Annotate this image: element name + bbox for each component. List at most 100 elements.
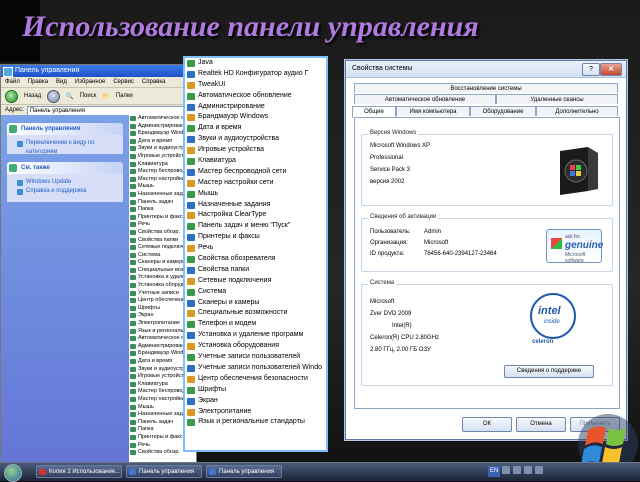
back-arrow-icon[interactable]: ‹	[5, 89, 18, 103]
see-also-title: См. также	[21, 165, 50, 171]
control-panel-list-item[interactable]: Клавиатура	[185, 156, 326, 167]
control-panel-list-item[interactable]: Шрифты	[185, 385, 326, 396]
control-panel-list-item[interactable]: Специальные возможности	[185, 308, 326, 319]
control-panel-list-item[interactable]: Свойства папки	[185, 265, 326, 276]
tab-computer-name[interactable]: Имя компьютера	[396, 106, 470, 116]
control-panel-list-item[interactable]: Установка оборудования	[185, 341, 326, 352]
control-panel-list-item[interactable]: Центр обеспечения безопасности	[185, 374, 326, 385]
system-properties-dialog: Свойства системы ? ✕ Восстановление сист…	[345, 60, 627, 440]
dialog-title: Свойства системы	[352, 65, 413, 72]
control-panel-list-item[interactable]: Речь	[185, 243, 326, 254]
genuine-main-text: genuine	[565, 240, 604, 251]
tab-row-3: Общие Имя компьютера Оборудование Дополн…	[352, 106, 620, 118]
info-icon	[9, 164, 17, 172]
control-panel-icon	[3, 67, 13, 77]
control-panel-list-item[interactable]: Мастер настройки сети	[185, 178, 326, 189]
control-panel-list-item[interactable]: Брандмауэр Windows	[185, 112, 326, 123]
menu-help[interactable]: Справка	[142, 77, 166, 87]
task-box-header[interactable]: Панель управления	[7, 123, 123, 135]
control-panel-list-item[interactable]: Телефон и модем	[185, 319, 326, 330]
control-panel-list-item[interactable]: Экран	[185, 396, 326, 407]
control-panel-titlebar[interactable]: Панель управления	[1, 65, 196, 77]
tab-advanced[interactable]: Дополнительно	[536, 106, 618, 116]
control-panel-list-item[interactable]: Дата и время	[185, 123, 326, 134]
tray-security-icon[interactable]	[524, 466, 532, 474]
windows-version-label: Версия Windows	[368, 130, 419, 136]
menu-edit[interactable]: Правка	[28, 77, 48, 87]
user-label: Пользователь:	[370, 229, 411, 235]
start-button[interactable]	[4, 464, 22, 482]
menu-file[interactable]: Файл	[5, 77, 20, 87]
folders-label[interactable]: Папки	[116, 93, 133, 99]
control-panel-list-item[interactable]: Электропитание	[185, 407, 326, 418]
control-panel-list-item[interactable]: Сетевые подключения	[185, 276, 326, 287]
control-panel-list-item[interactable]: Язык и региональные стандарты	[185, 417, 326, 428]
tab-remote[interactable]: Удаленные сеансы	[496, 94, 618, 104]
control-panel-list-item[interactable]: Панель задач и меню "Пуск"	[185, 221, 326, 232]
control-panel-list-item[interactable]: Система	[185, 287, 326, 298]
control-panel-list-item[interactable]: Администрирование	[185, 102, 326, 113]
control-panel-list-item[interactable]: Автоматическое обновление	[185, 91, 326, 102]
tab-system-restore[interactable]: Восстановление системы	[354, 83, 618, 93]
folders-icon[interactable]: 📁	[102, 93, 109, 100]
control-panel-list-item[interactable]: Realtek HD Конфигуратор аудио Г	[185, 69, 326, 80]
control-panel-list-item[interactable]: TweakUI	[185, 80, 326, 91]
search-label[interactable]: Поиск	[80, 93, 97, 99]
control-panel-list-item[interactable]: Игровые устройства	[185, 145, 326, 156]
help-support-link[interactable]: Справка и поддержка	[17, 187, 119, 196]
ok-button[interactable]: ОК	[462, 417, 512, 432]
control-panel-list-item[interactable]: Назначенные задания	[185, 200, 326, 211]
os-version: версия 2002	[370, 179, 405, 185]
see-also-header[interactable]: См. также	[7, 162, 123, 174]
control-panel-list-item[interactable]: Принтеры и факсы	[185, 232, 326, 243]
control-panel-list-item[interactable]: Настройка ClearType	[185, 210, 326, 221]
task-pane: Панель управления Переключение к виду по…	[1, 115, 129, 465]
toolbar: ‹ Назад › 🔍 Поиск 📁 Папки	[1, 88, 196, 105]
language-indicator[interactable]: EN	[488, 466, 500, 477]
taskbar-item-presentation[interactable]: Копия 2 Использование...	[36, 465, 122, 478]
control-panel-list-item[interactable]: Установка и удаление программ	[185, 330, 326, 341]
search-icon[interactable]: 🔍	[66, 93, 73, 100]
control-panel-list-item[interactable]: Звуки и аудиоустройства	[185, 134, 326, 145]
tab-automatic-updates[interactable]: Автоматическое обновление	[354, 94, 496, 104]
taskbar-item-control-panel-1[interactable]: Панель управления	[126, 465, 202, 478]
menu-tools[interactable]: Сервис	[113, 77, 134, 87]
close-button[interactable]: ✕	[600, 63, 622, 76]
windows-update-link[interactable]: Windows Update	[17, 178, 119, 187]
intel-inside-logo-icon: intel inside	[530, 293, 576, 339]
control-panel-list-item[interactable]: Учетные записи пользователей Windo	[185, 363, 326, 374]
tray-update-icon[interactable]	[535, 466, 543, 474]
control-panel-window: Панель управления Файл Правка Вид Избран…	[0, 64, 197, 466]
os-edition: Professional	[370, 155, 404, 161]
cpu-model: Celeron(R) CPU 2.80GHz	[370, 335, 440, 341]
back-label[interactable]: Назад	[24, 93, 41, 99]
genuine-microsoft-badge: ask for genuine Microsoft software	[546, 229, 604, 264]
cancel-button[interactable]: Отмена	[516, 417, 566, 432]
tab-row-1: Восстановление системы	[354, 83, 618, 93]
system-group: Система Microsoft Zver DVD 2009 Intel(R)…	[361, 280, 613, 386]
help-button[interactable]: ?	[582, 63, 600, 76]
taskbar-item-control-panel-2[interactable]: Панель управления	[206, 465, 282, 478]
dialog-titlebar[interactable]: Свойства системы ? ✕	[346, 61, 626, 78]
tab-hardware[interactable]: Оборудование	[470, 106, 536, 116]
control-panel-list-item[interactable]: Мышь	[185, 189, 326, 200]
menu-favorites[interactable]: Избранное	[75, 77, 105, 87]
menu-view[interactable]: Вид	[56, 77, 67, 87]
forward-arrow-icon[interactable]: ›	[47, 89, 61, 103]
control-panel-list-item[interactable]: Свойства обозревателя	[185, 254, 326, 265]
control-panel-list-item[interactable]: Сканеры и камеры	[185, 298, 326, 309]
support-info-button[interactable]: Сведения о поддержке	[504, 365, 594, 378]
control-panel-list-item[interactable]: Учетные записи пользователей	[185, 352, 326, 363]
activation-group: Сведения об активации Пользователь: Admi…	[361, 214, 613, 272]
system-tray	[502, 466, 552, 477]
intel-inside-text: inside	[544, 319, 560, 325]
org-value: Microsoft	[424, 240, 449, 246]
control-panel-list-item[interactable]: Java	[185, 58, 326, 69]
tray-network-icon[interactable]	[502, 466, 510, 474]
taskbar: Копия 2 Использование... Панель управлен…	[0, 462, 640, 482]
control-panel-list-item[interactable]: Мастер беспроводной сети	[185, 167, 326, 178]
switch-category-view-link[interactable]: Переключение к виду по категориям	[17, 139, 119, 154]
genuine-bottom-text: Microsoft software	[565, 252, 586, 264]
os-service-pack: Service Pack 3	[370, 167, 411, 173]
tray-volume-icon[interactable]	[513, 466, 521, 474]
